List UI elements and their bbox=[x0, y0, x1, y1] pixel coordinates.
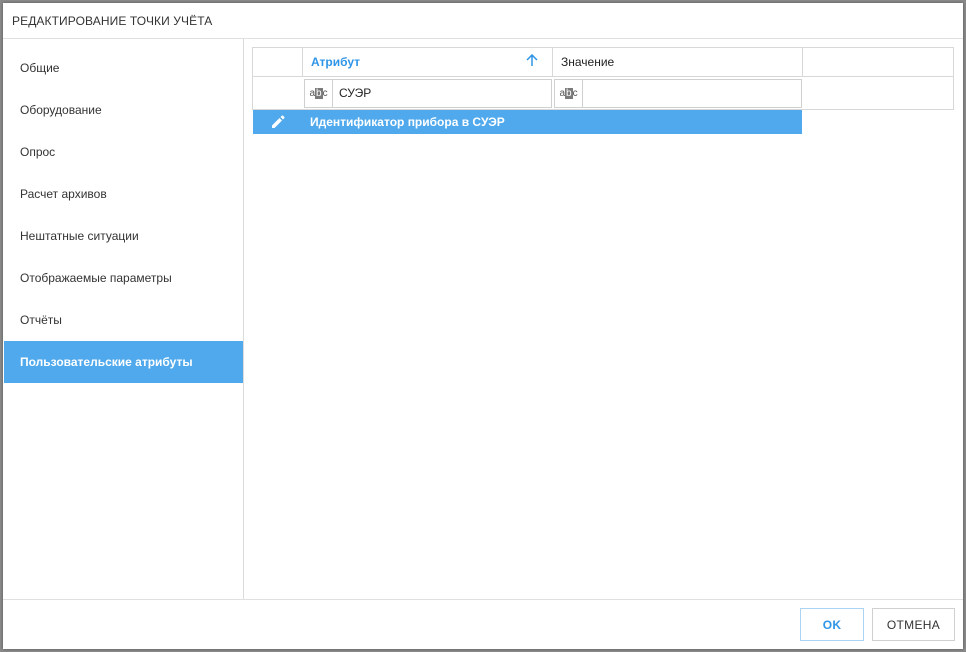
header-filler-column bbox=[803, 48, 953, 76]
header-icon-column bbox=[253, 48, 303, 76]
dialog-body: Общие Оборудование Опрос Расчет архивов … bbox=[3, 39, 963, 600]
filter-row-spacer bbox=[253, 77, 303, 109]
grid-header: Атрибут Значение bbox=[253, 48, 953, 77]
abc-icon[interactable]: abc bbox=[555, 79, 583, 107]
dialog-title: РЕДАКТИРОВАНИЕ ТОЧКИ УЧЁТА bbox=[3, 3, 963, 39]
column-header-value[interactable]: Значение bbox=[553, 48, 803, 76]
column-header-attribute[interactable]: Атрибут bbox=[303, 48, 553, 76]
sidebar-item-equipment[interactable]: Оборудование bbox=[4, 89, 243, 131]
sidebar-item-polling[interactable]: Опрос bbox=[4, 131, 243, 173]
cancel-button[interactable]: ОТМЕНА bbox=[872, 608, 955, 641]
sidebar-item-display-params[interactable]: Отображаемые параметры bbox=[4, 257, 243, 299]
attribute-filter-input[interactable] bbox=[333, 80, 543, 106]
sort-ascending-icon bbox=[526, 53, 538, 70]
table-row[interactable]: Идентификатор прибора в СУЭР bbox=[253, 110, 802, 134]
value-filter: abc bbox=[554, 78, 802, 108]
sidebar-item-custom-attributes[interactable]: Пользовательские атрибуты bbox=[4, 341, 243, 383]
sidebar-item-general[interactable]: Общие bbox=[4, 47, 243, 89]
attribute-filter: abc bbox=[304, 78, 552, 108]
pencil-icon[interactable] bbox=[253, 114, 303, 130]
sidebar: Общие Оборудование Опрос Расчет архивов … bbox=[3, 39, 244, 599]
attributes-panel: Атрибут Значение abc СУЭР a b c Идентифи… bbox=[244, 39, 963, 599]
value-filter-input[interactable] bbox=[583, 80, 793, 106]
sidebar-item-emergencies[interactable]: Нештатные ситуации bbox=[4, 215, 243, 257]
sidebar-item-archive-calc[interactable]: Расчет архивов bbox=[4, 173, 243, 215]
column-header-attribute-label: Атрибут bbox=[311, 55, 361, 69]
filter-cell-value: abc bbox=[553, 77, 803, 109]
ok-button[interactable]: OK bbox=[800, 608, 864, 641]
sidebar-item-reports[interactable]: Отчёты bbox=[4, 299, 243, 341]
row-attribute-name: Идентификатор прибора в СУЭР bbox=[310, 115, 505, 129]
filter-row: abc abc bbox=[253, 77, 953, 109]
attributes-grid: Атрибут Значение abc СУЭР a b c bbox=[252, 47, 954, 110]
abc-icon[interactable]: abc bbox=[305, 79, 333, 107]
edit-metering-point-dialog: РЕДАКТИРОВАНИЕ ТОЧКИ УЧЁТА Общие Оборудо… bbox=[3, 3, 963, 649]
column-header-value-label: Значение bbox=[561, 55, 615, 69]
dialog-footer: OK ОТМЕНА bbox=[3, 600, 963, 649]
filter-cell-attribute: abc bbox=[303, 77, 553, 109]
